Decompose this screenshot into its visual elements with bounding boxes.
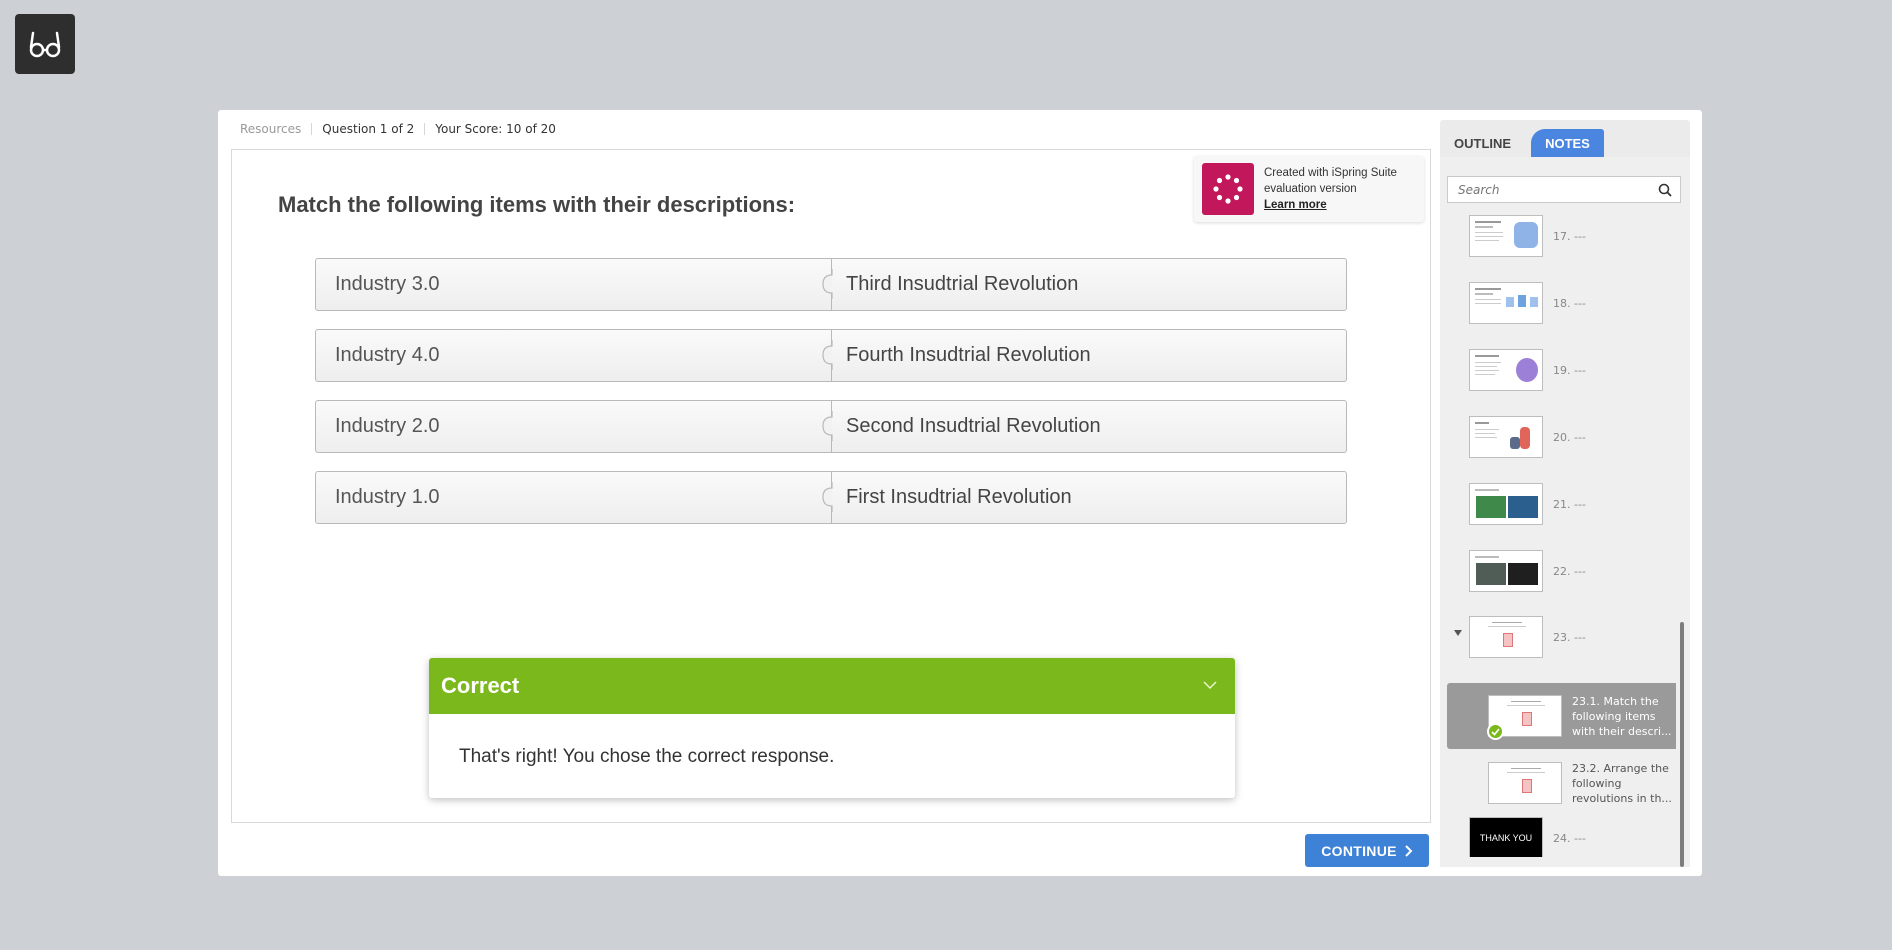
search-icon[interactable] <box>1658 183 1672 197</box>
outline-item-label: 17. --- <box>1553 229 1586 243</box>
outline-item[interactable]: 17. --- <box>1469 215 1586 257</box>
outline-item-label: 19. --- <box>1553 363 1586 377</box>
outline-panel: 17. --- 18. --- <box>1440 157 1690 867</box>
outline-subitem-label: 23.2. Arrange the following revolutions … <box>1572 761 1672 805</box>
match-item[interactable]: Industry 3.0 <box>315 258 832 311</box>
match-item[interactable]: Industry 1.0 <box>315 471 832 524</box>
outline-item-label: 24. --- <box>1553 831 1586 845</box>
slide-area: Match the following items with their des… <box>231 149 1431 823</box>
outline-list: 17. --- 18. --- 19. --- 20. --- 21. --- … <box>1440 213 1676 857</box>
match-description[interactable]: Fourth Insudtrial Revolution <box>832 329 1347 382</box>
slide-thumbnail <box>1469 416 1543 458</box>
match-description[interactable]: First Insudtrial Revolution <box>832 471 1347 524</box>
outline-item[interactable]: 22. --- <box>1469 550 1586 592</box>
outline-item-label: 21. --- <box>1553 497 1586 511</box>
learn-more-link[interactable]: Learn more <box>1264 197 1397 213</box>
matching-pair: Industry 3.0 Third Insudtrial Revolution <box>315 258 1347 311</box>
outline-item[interactable]: 23. --- <box>1469 616 1586 658</box>
top-bar: Resources Question 1 of 2 Your Score: 10… <box>240 120 566 138</box>
reader-mode-button[interactable] <box>15 14 75 74</box>
outline-item-label: 20. --- <box>1553 430 1586 444</box>
matching-pair: Industry 2.0 Second Insudtrial Revolutio… <box>315 400 1347 453</box>
sidebar: OUTLINE NOTES 17. --- <box>1440 120 1690 867</box>
resources-link[interactable]: Resources <box>240 123 311 135</box>
matching-pair: Industry 4.0 Fourth Insudtrial Revolutio… <box>315 329 1347 382</box>
puzzle-connector-icon <box>822 340 833 370</box>
continue-button[interactable]: CONTINUE <box>1305 834 1429 867</box>
matching-pairs: Industry 3.0 Third Insudtrial Revolution… <box>315 258 1347 542</box>
outline-scrollbar[interactable] <box>1680 622 1684 867</box>
completed-check-icon <box>1487 723 1504 740</box>
puzzle-connector-icon <box>822 411 833 441</box>
chevron-down-icon[interactable] <box>1203 680 1217 690</box>
watermark-line2: evaluation version <box>1264 183 1357 195</box>
search-input[interactable] <box>1458 182 1648 197</box>
ispring-logo-icon <box>1202 163 1254 215</box>
feedback-title: Correct <box>441 673 520 698</box>
slide-thumbnail <box>1488 762 1562 804</box>
match-description[interactable]: Second Insudtrial Revolution <box>832 400 1347 453</box>
outline-item[interactable]: 18. --- <box>1469 282 1586 324</box>
match-item[interactable]: Industry 4.0 <box>315 329 832 382</box>
outline-item-label: 22. --- <box>1553 564 1586 578</box>
outline-subitem-selected[interactable]: 23.1. Match the following items with the… <box>1447 683 1676 749</box>
watermark-line1: Created with iSpring Suite <box>1264 167 1397 179</box>
slide-thumbnail <box>1469 550 1543 592</box>
slide-thumbnail <box>1469 349 1543 391</box>
outline-item[interactable]: 19. --- <box>1469 349 1586 391</box>
question-counter: Question 1 of 2 <box>311 123 424 135</box>
continue-label: CONTINUE <box>1321 842 1397 859</box>
puzzle-connector-icon <box>822 269 833 299</box>
slide-thumbnail: THANK YOU <box>1469 817 1543 857</box>
outline-item[interactable]: THANK YOU 24. --- <box>1469 817 1586 857</box>
matching-pair: Industry 1.0 First Insudtrial Revolution <box>315 471 1347 524</box>
outline-subitem-label: 23.1. Match the following items with the… <box>1572 694 1672 738</box>
search-field[interactable] <box>1447 176 1681 203</box>
slide-thumbnail <box>1469 616 1543 658</box>
feedback-panel: Correct That's right! You chose the corr… <box>429 658 1235 798</box>
feedback-header[interactable]: Correct <box>429 658 1235 714</box>
outline-item-label: 23. --- <box>1553 630 1586 644</box>
ispring-watermark: Created with iSpring Suite evaluation ve… <box>1194 156 1424 222</box>
tab-notes[interactable]: NOTES <box>1531 129 1604 157</box>
outline-item[interactable]: 21. --- <box>1469 483 1586 525</box>
puzzle-connector-icon <box>822 482 833 512</box>
sidebar-tabs: OUTLINE NOTES <box>1440 120 1690 157</box>
question-title: Match the following items with their des… <box>278 192 796 217</box>
chevron-right-icon <box>1405 844 1413 857</box>
collapse-arrow-icon[interactable] <box>1453 629 1463 637</box>
tab-outline[interactable]: OUTLINE <box>1440 129 1525 157</box>
glasses-icon <box>29 31 61 58</box>
feedback-message: That's right! You chose the correct resp… <box>459 746 835 767</box>
player-window: Resources Question 1 of 2 Your Score: 10… <box>218 110 1702 876</box>
slide-thumbnail <box>1469 282 1543 324</box>
outline-subitem[interactable]: 23.2. Arrange the following revolutions … <box>1447 750 1676 816</box>
slide-thumbnail <box>1469 483 1543 525</box>
score-display: Your Score: 10 of 20 <box>424 123 566 135</box>
slide-thumbnail <box>1469 215 1543 257</box>
match-item[interactable]: Industry 2.0 <box>315 400 832 453</box>
outline-item[interactable]: 20. --- <box>1469 416 1586 458</box>
match-description[interactable]: Third Insudtrial Revolution <box>832 258 1347 311</box>
outline-item-label: 18. --- <box>1553 296 1586 310</box>
